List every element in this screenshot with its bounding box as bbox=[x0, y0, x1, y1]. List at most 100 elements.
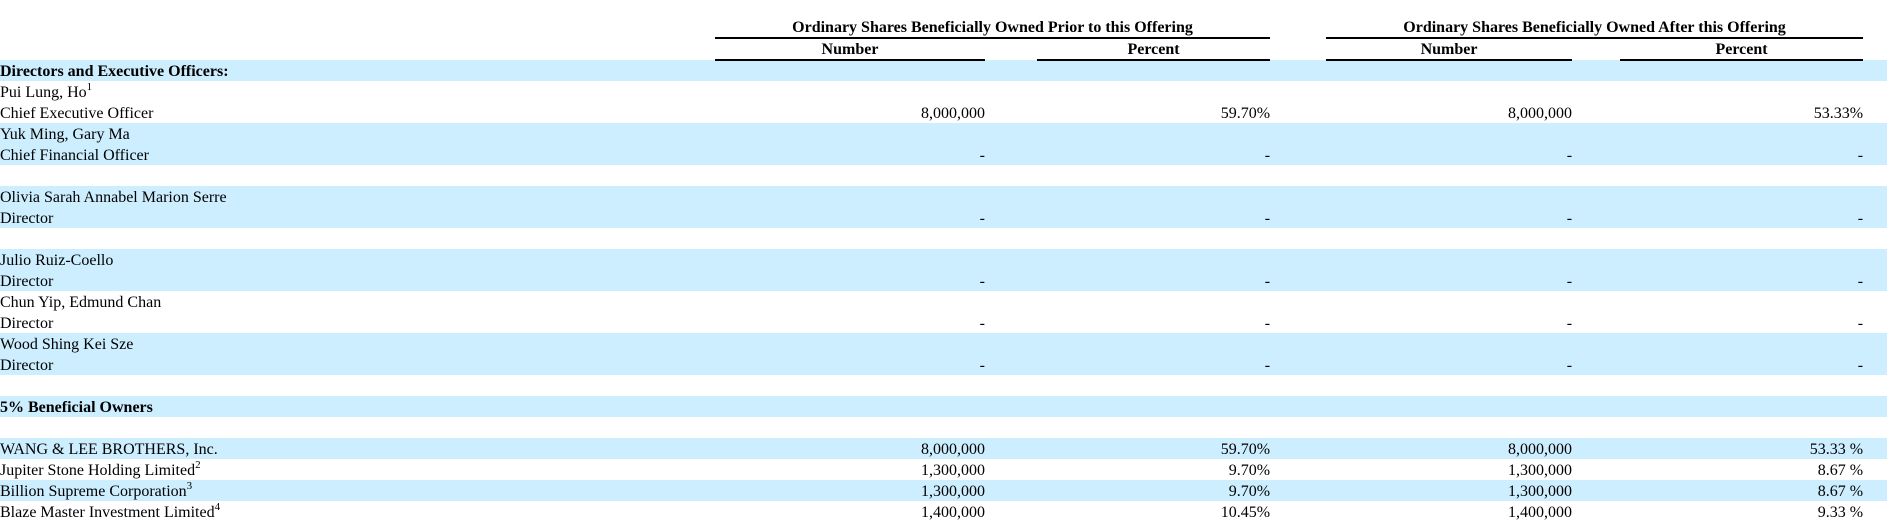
table-header: Ordinary Shares Beneficially Owned Prior… bbox=[0, 0, 1887, 60]
entity-name: Olivia Sarah Annabel Marion Serre bbox=[0, 186, 1887, 207]
column-gap bbox=[985, 354, 1037, 375]
group-header-prior-offering: Ordinary Shares Beneficially Owned Prior… bbox=[715, 0, 1270, 38]
column-gap bbox=[1863, 312, 1887, 333]
section-label: Directors and Executive Officers: bbox=[0, 60, 1887, 81]
column-gap bbox=[1863, 38, 1887, 60]
column-gap bbox=[985, 207, 1037, 228]
spacer-row bbox=[0, 417, 1887, 438]
group-header-row: Ordinary Shares Beneficially Owned Prior… bbox=[0, 0, 1887, 38]
column-gap bbox=[985, 270, 1037, 291]
entity-name: Director bbox=[0, 354, 715, 375]
holder-name-row: Pui Lung, Ho1 bbox=[0, 81, 1887, 102]
number-after-cell: 8,000,000 bbox=[1326, 102, 1572, 123]
column-gap bbox=[1270, 480, 1326, 501]
column-gap bbox=[1270, 459, 1326, 480]
column-gap bbox=[985, 459, 1037, 480]
entity-name: Director bbox=[0, 207, 715, 228]
spacer-cell bbox=[0, 165, 1887, 186]
column-gap bbox=[1863, 102, 1887, 123]
footnote-ref: 2 bbox=[195, 459, 201, 471]
percent-after-cell: 9.33 % bbox=[1620, 501, 1863, 522]
number-after-cell: 1,300,000 bbox=[1326, 480, 1572, 501]
spacer-row bbox=[0, 375, 1887, 396]
owner-row: Blaze Master Investment Limited4 1,400,00… bbox=[0, 501, 1887, 522]
percent-after-cell: - bbox=[1620, 270, 1863, 291]
percent-prior-cell: 10.45% bbox=[1037, 501, 1270, 522]
holder-title-row: Director---- bbox=[0, 270, 1887, 291]
col-header-percent-after: Percent bbox=[1620, 38, 1863, 60]
number-prior-cell: 1,300,000 bbox=[715, 480, 985, 501]
col-header-number-after: Number bbox=[1326, 38, 1572, 60]
group-header-after-offering: Ordinary Shares Beneficially Owned After… bbox=[1326, 0, 1863, 38]
entity-name: Director bbox=[0, 270, 715, 291]
holder-title-row: Chief Executive Officer8,000,00059.70%8,… bbox=[0, 102, 1887, 123]
holder-name-row: Julio Ruiz-Coello bbox=[0, 249, 1887, 270]
footnote-ref: 4 bbox=[215, 501, 221, 513]
number-after-cell: - bbox=[1326, 354, 1572, 375]
column-gap bbox=[1863, 438, 1887, 459]
column-gap bbox=[1863, 480, 1887, 501]
holder-name-row: Wood Shing Kei Sze bbox=[0, 333, 1887, 354]
column-gap bbox=[985, 38, 1037, 60]
column-gap bbox=[1572, 354, 1620, 375]
entity-name: Julio Ruiz-Coello bbox=[0, 249, 1887, 270]
entity-name: Chief Executive Officer bbox=[0, 102, 715, 123]
column-gap bbox=[985, 501, 1037, 522]
owner-row: WANG & LEE BROTHERS, Inc.8,000,00059.70%… bbox=[0, 438, 1887, 459]
percent-prior-cell: - bbox=[1037, 144, 1270, 165]
number-prior-cell: - bbox=[715, 270, 985, 291]
holder-title-row: Director---- bbox=[0, 312, 1887, 333]
entity-name: Billion Supreme Corporation3 bbox=[0, 480, 715, 501]
column-gap bbox=[1270, 207, 1326, 228]
holder-title-row: Chief Financial Officer---- bbox=[0, 144, 1887, 165]
number-after-cell: 1,400,000 bbox=[1326, 501, 1572, 522]
percent-prior-cell: 9.70% bbox=[1037, 480, 1270, 501]
percent-prior-cell: 9.70% bbox=[1037, 459, 1270, 480]
percent-prior-cell: - bbox=[1037, 312, 1270, 333]
holder-name-row: Chun Yip, Edmund Chan bbox=[0, 291, 1887, 312]
percent-after-cell: 53.33% bbox=[1620, 102, 1863, 123]
percent-prior-cell: 59.70% bbox=[1037, 438, 1270, 459]
column-gap bbox=[1572, 438, 1620, 459]
percent-prior-cell: 59.70% bbox=[1037, 102, 1270, 123]
header-name-spacer bbox=[0, 38, 715, 60]
percent-after-cell: - bbox=[1620, 144, 1863, 165]
header-name-spacer bbox=[0, 0, 715, 38]
entity-name: Chief Financial Officer bbox=[0, 144, 715, 165]
percent-prior-cell: - bbox=[1037, 270, 1270, 291]
percent-after-cell: - bbox=[1620, 354, 1863, 375]
column-gap bbox=[1863, 0, 1887, 38]
percent-after-cell: 8.67 % bbox=[1620, 480, 1863, 501]
entity-name: Pui Lung, Ho1 bbox=[0, 81, 1887, 102]
holder-title-row: Director---- bbox=[0, 207, 1887, 228]
column-gap bbox=[985, 144, 1037, 165]
entity-name: WANG & LEE BROTHERS, Inc. bbox=[0, 438, 715, 459]
percent-prior-cell: - bbox=[1037, 354, 1270, 375]
entity-name: Blaze Master Investment Limited4 bbox=[0, 501, 715, 522]
holder-name-row: Yuk Ming, Gary Ma bbox=[0, 123, 1887, 144]
column-gap bbox=[1863, 354, 1887, 375]
spacer-cell bbox=[0, 417, 1887, 438]
column-gap bbox=[1270, 102, 1326, 123]
number-prior-cell: - bbox=[715, 144, 985, 165]
entity-name: Yuk Ming, Gary Ma bbox=[0, 123, 1887, 144]
column-gap bbox=[1270, 312, 1326, 333]
column-gap bbox=[985, 480, 1037, 501]
column-gap bbox=[1270, 501, 1326, 522]
number-prior-cell: - bbox=[715, 312, 985, 333]
column-gap bbox=[1572, 102, 1620, 123]
col-header-number-prior: Number bbox=[715, 38, 985, 60]
column-gap bbox=[1572, 480, 1620, 501]
spacer-cell bbox=[0, 228, 1887, 249]
column-gap bbox=[1270, 0, 1326, 38]
column-gap bbox=[1270, 270, 1326, 291]
column-gap bbox=[1572, 38, 1620, 60]
entity-name: Chun Yip, Edmund Chan bbox=[0, 291, 1887, 312]
footnote-ref: 1 bbox=[87, 81, 93, 93]
owner-row: Jupiter Stone Holding Limited21,300,0009… bbox=[0, 459, 1887, 480]
number-after-cell: - bbox=[1326, 312, 1572, 333]
owner-row: Billion Supreme Corporation31,300,0009.7… bbox=[0, 480, 1887, 501]
section-header-row: Directors and Executive Officers: bbox=[0, 60, 1887, 81]
column-gap bbox=[1270, 438, 1326, 459]
column-gap bbox=[1572, 270, 1620, 291]
